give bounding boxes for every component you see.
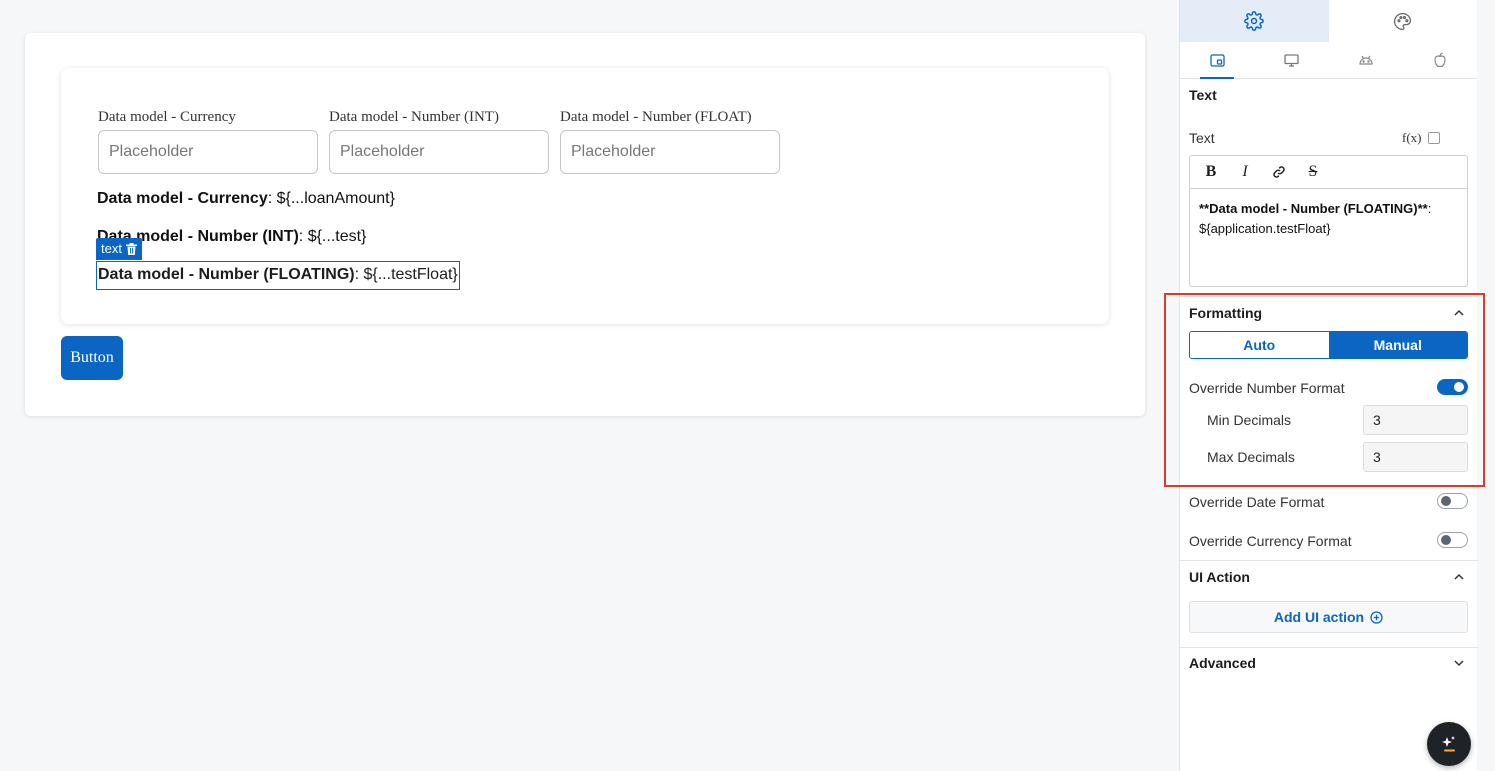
- ai-assistant-button[interactable]: [1427, 722, 1471, 766]
- gear-icon: [1244, 11, 1265, 31]
- toggle-knob: [1454, 382, 1464, 392]
- plus-circle-icon: [1370, 610, 1383, 624]
- desktop-icon: [1284, 53, 1299, 67]
- apple-icon: [1434, 52, 1446, 68]
- text-label: Text: [1189, 130, 1215, 146]
- fx-toggle[interactable]: f(x): [1402, 130, 1440, 146]
- tab-device-web[interactable]: [1254, 42, 1328, 78]
- formatting-mode-switch: Auto Manual: [1189, 331, 1468, 359]
- float-text-bold: Data model - Number (FLOATING): [98, 266, 355, 283]
- divider: [1180, 296, 1478, 297]
- float-text-rest: : ${...testFloat}: [354, 266, 458, 283]
- chevron-up-icon[interactable]: [1453, 307, 1465, 319]
- panel-tabs: [1180, 0, 1477, 42]
- italic-button[interactable]: I: [1232, 159, 1258, 185]
- fx-checkbox[interactable]: [1427, 132, 1440, 144]
- divider: [1180, 647, 1478, 648]
- mode-manual-button[interactable]: Manual: [1328, 332, 1467, 358]
- chevron-down-icon[interactable]: [1453, 657, 1465, 669]
- tablet-icon: [1209, 53, 1225, 67]
- int-field: Data model - Number (INT): [329, 108, 549, 174]
- currency-field: Data model - Currency: [98, 108, 318, 174]
- selection-tag-label: text: [101, 241, 122, 256]
- float-text-selected[interactable]: Data model - Number (FLOATING): ${...tes…: [96, 261, 460, 290]
- min-decimals-label: Min Decimals: [1207, 412, 1292, 428]
- tab-settings[interactable]: [1180, 0, 1329, 42]
- divider: [1180, 560, 1478, 561]
- max-decimals-input[interactable]: 3: [1363, 442, 1468, 472]
- max-decimals-label: Max Decimals: [1207, 449, 1295, 465]
- int-input[interactable]: [329, 130, 549, 174]
- android-icon: [1359, 55, 1373, 65]
- formatting-section-title[interactable]: Formatting: [1189, 305, 1262, 321]
- device-tabs: [1180, 42, 1477, 79]
- override-number-label: Override Number Format: [1189, 380, 1345, 396]
- link-button[interactable]: [1266, 159, 1292, 185]
- override-currency-label: Override Currency Format: [1189, 533, 1352, 549]
- editor-content-bold: **Data model - Number (FLOATING)**: [1199, 201, 1428, 216]
- override-date-toggle[interactable]: [1437, 493, 1468, 509]
- tab-device-android[interactable]: [1329, 42, 1403, 78]
- int-field-label: Data model - Number (INT): [329, 109, 499, 125]
- override-currency-toggle[interactable]: [1437, 532, 1468, 548]
- trash-icon[interactable]: [125, 243, 137, 255]
- text-section-title: Text: [1189, 87, 1217, 103]
- canvas-button[interactable]: Button: [61, 336, 123, 380]
- currency-text-rest: : ${...loanAmount}: [267, 190, 395, 207]
- override-number-toggle[interactable]: [1437, 379, 1468, 395]
- mode-auto-button[interactable]: Auto: [1190, 332, 1329, 358]
- properties-panel: Text Text f(x) B I S **Data model - Numb…: [1179, 0, 1478, 771]
- form-container[interactable]: Data model - Currency Data model - Numbe…: [61, 68, 1109, 324]
- currency-input[interactable]: [98, 130, 318, 174]
- float-field: Data model - Number (FLOAT): [560, 108, 780, 174]
- add-ui-action-button[interactable]: Add UI action: [1189, 601, 1468, 633]
- override-date-label: Override Date Format: [1189, 494, 1325, 510]
- min-decimals-input[interactable]: 3: [1363, 405, 1468, 435]
- currency-text[interactable]: Data model - Currency: ${...loanAmount}: [97, 188, 395, 210]
- tab-device-all[interactable]: [1180, 42, 1254, 79]
- add-ui-action-label: Add UI action: [1273, 609, 1365, 625]
- tab-style[interactable]: [1329, 0, 1478, 42]
- float-field-label: Data model - Number (FLOAT): [560, 109, 752, 125]
- canvas-page: Data model - Currency Data model - Numbe…: [25, 33, 1145, 416]
- editor-toolbar: B I S: [1190, 156, 1467, 189]
- fx-label: f(x): [1402, 130, 1422, 145]
- toggle-knob: [1441, 495, 1451, 506]
- editor-content-line2: ${application.testFloat}: [1199, 221, 1331, 236]
- toggle-knob: [1441, 534, 1451, 545]
- advanced-section-title[interactable]: Advanced: [1189, 655, 1256, 671]
- ui-action-section-title[interactable]: UI Action: [1189, 569, 1250, 585]
- text-editor[interactable]: B I S **Data model - Number (FLOATING)**…: [1189, 155, 1468, 287]
- link-icon: [1273, 166, 1285, 178]
- int-text-rest: : ${...test}: [298, 228, 367, 245]
- palette-icon: [1394, 12, 1412, 30]
- sparkle-icon: [1442, 736, 1455, 752]
- editor-content-rest: :: [1427, 201, 1432, 216]
- chevron-up-icon[interactable]: [1453, 571, 1465, 583]
- currency-field-label: Data model - Currency: [98, 109, 236, 125]
- editor-content[interactable]: **Data model - Number (FLOATING)**: ${ap…: [1190, 189, 1467, 249]
- bold-button[interactable]: B: [1198, 159, 1224, 185]
- float-input[interactable]: [560, 130, 780, 174]
- currency-text-bold: Data model - Currency: [97, 190, 268, 207]
- selection-tag[interactable]: text: [96, 238, 142, 260]
- tab-device-ios[interactable]: [1403, 42, 1477, 78]
- strikethrough-button[interactable]: S: [1300, 159, 1326, 185]
